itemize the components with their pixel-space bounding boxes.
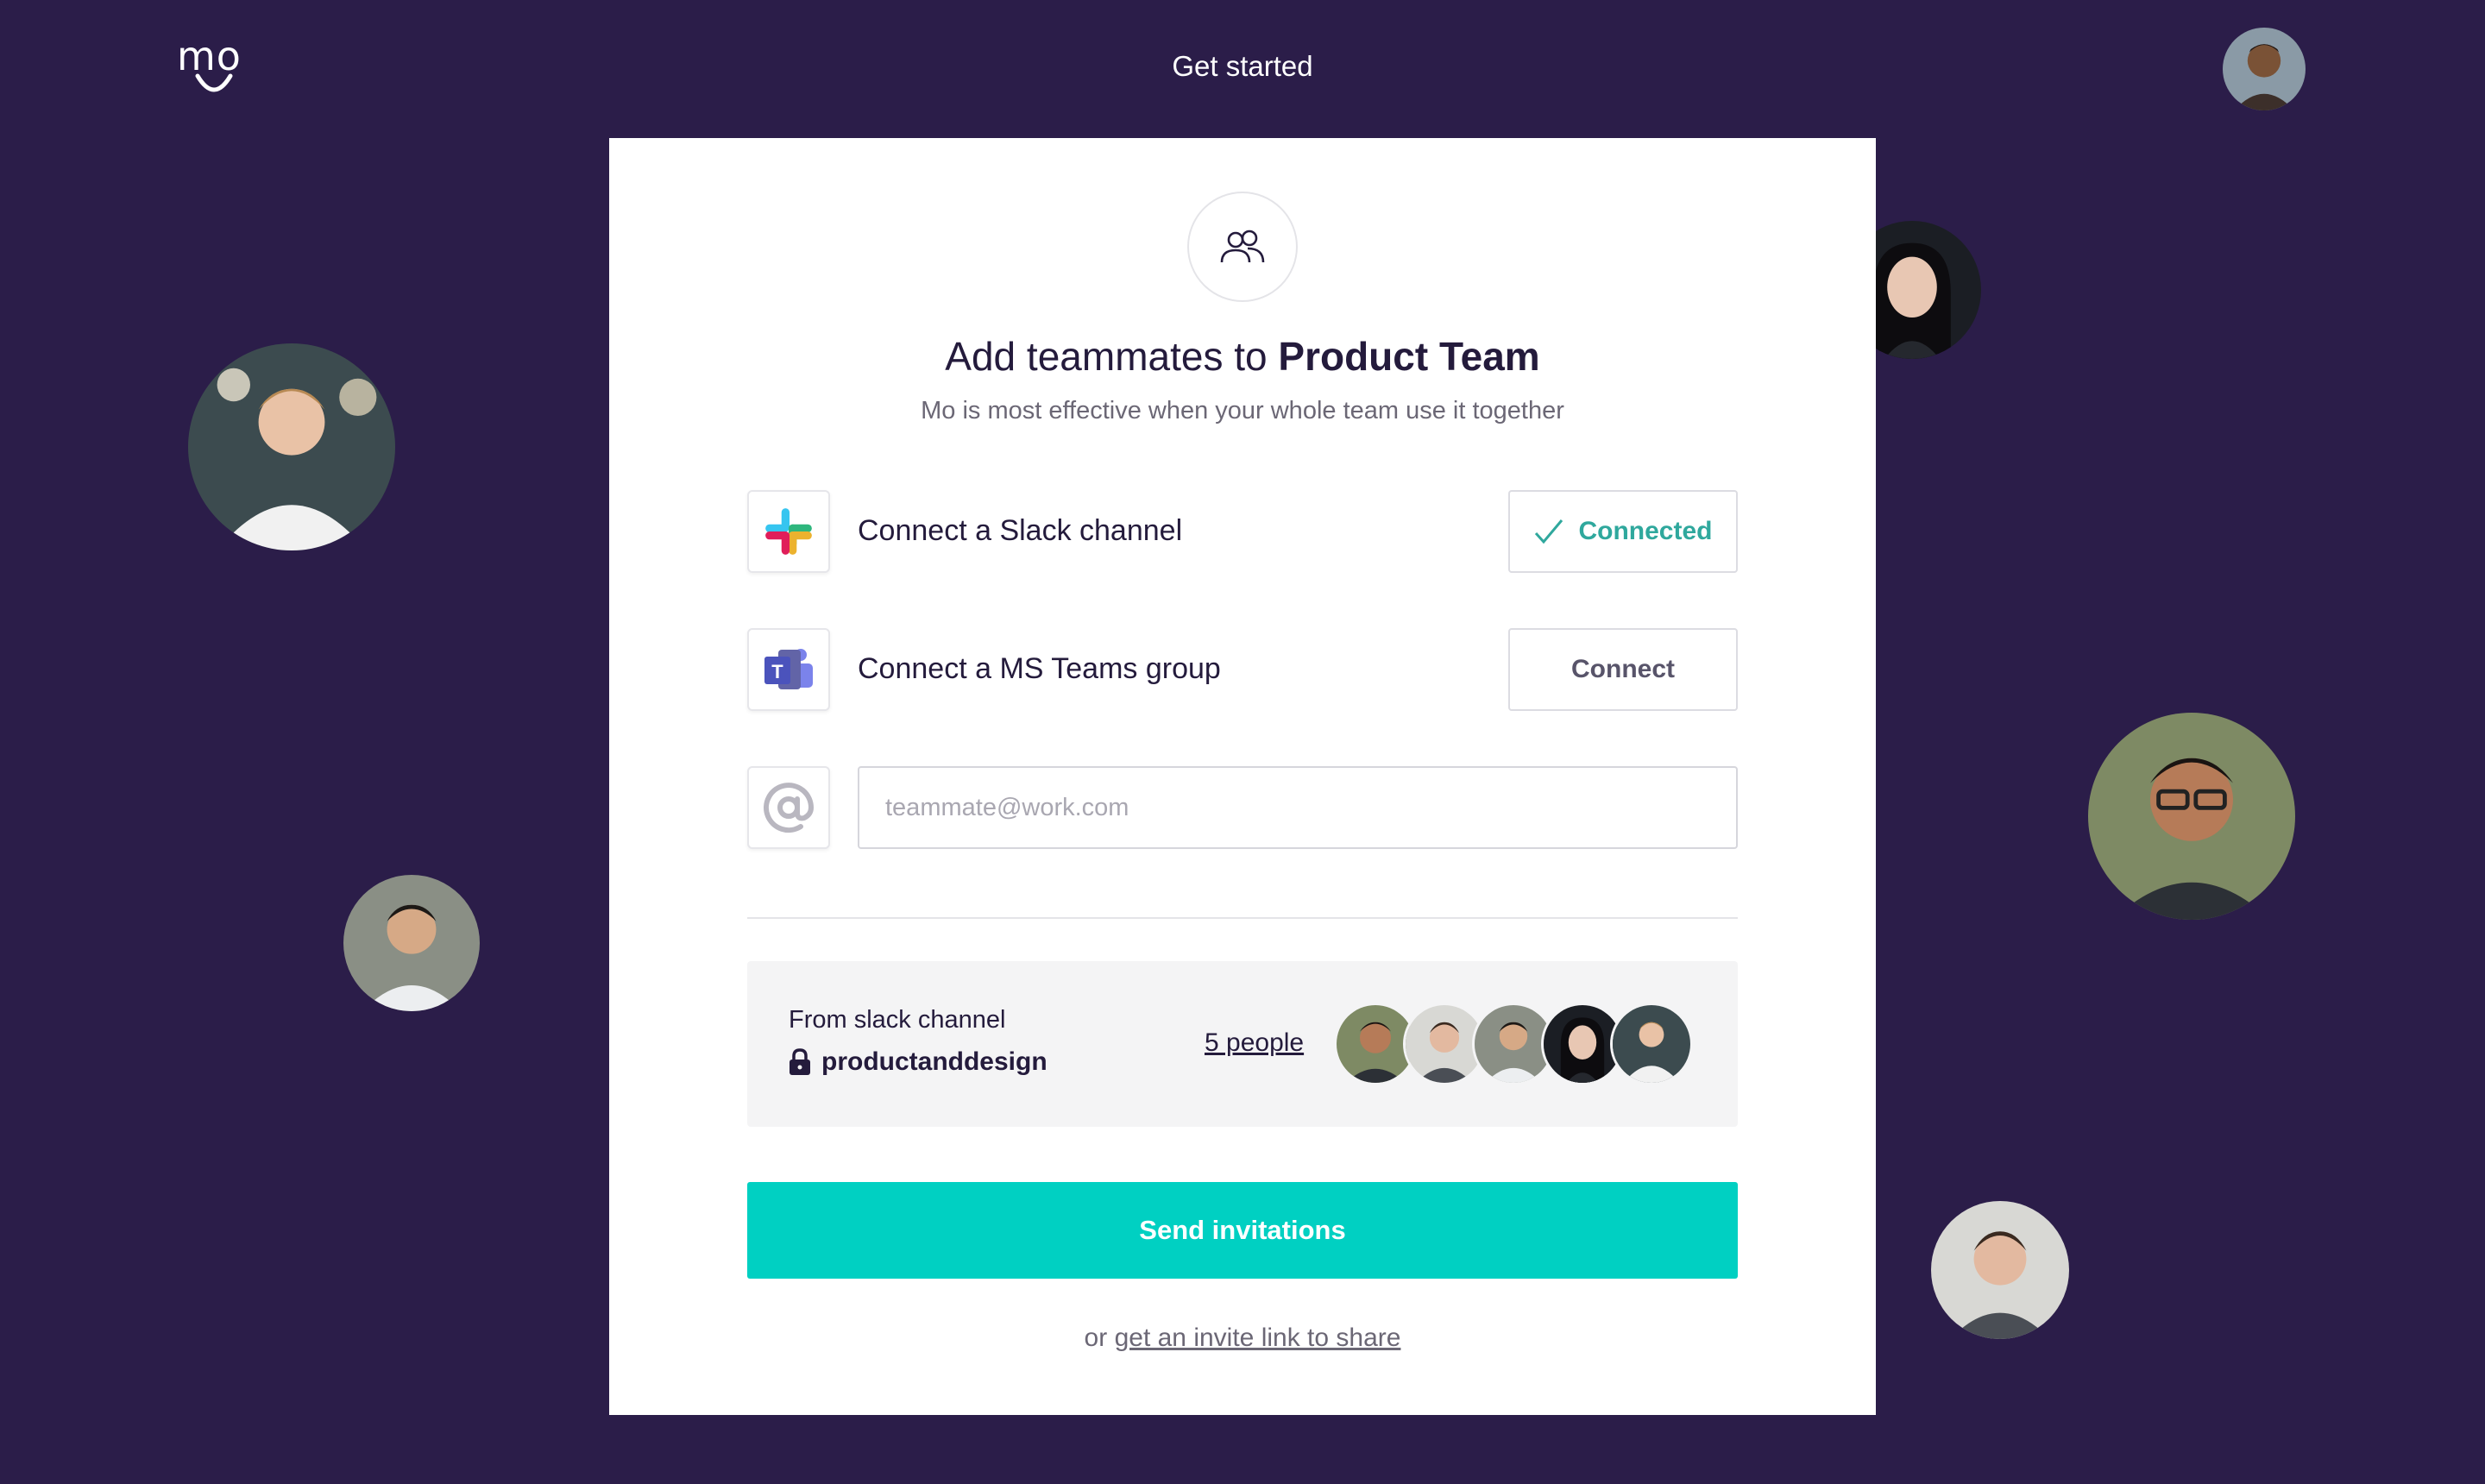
ms-teams-icon: T bbox=[747, 628, 830, 711]
card-subtitle: Mo is most effective when your whole tea… bbox=[921, 397, 1564, 424]
slack-icon bbox=[747, 490, 830, 573]
user-avatar[interactable] bbox=[2223, 28, 2306, 110]
email-input[interactable] bbox=[858, 766, 1738, 849]
teams-connect-row: T Connect a MS Teams group Connect bbox=[747, 628, 1738, 711]
lock-icon bbox=[790, 1048, 810, 1075]
slack-connected-button[interactable]: Connected bbox=[1508, 490, 1738, 573]
invite-prefix: or bbox=[1084, 1324, 1108, 1352]
people-count-link[interactable]: 5 people bbox=[1205, 1028, 1304, 1058]
slack-connect-label: Connect a Slack channel bbox=[858, 514, 1183, 547]
slack-connected-label: Connected bbox=[1578, 517, 1713, 545]
add-teammates-card: Add teammates to Product Team Mo is most… bbox=[609, 138, 1876, 1415]
check-icon bbox=[1535, 519, 1563, 544]
send-invitations-button[interactable]: Send invitations bbox=[747, 1182, 1738, 1279]
card-heading: Add teammates to Product Team bbox=[609, 333, 1876, 380]
invite-link[interactable]: get an invite link to share bbox=[1115, 1324, 1401, 1352]
invite-link-row: or get an invite link to share bbox=[609, 1324, 1876, 1353]
teammate-avatar bbox=[188, 343, 395, 550]
teams-connect-button[interactable]: Connect bbox=[1508, 628, 1738, 711]
from-channel-label: From slack channel bbox=[789, 1006, 1006, 1034]
teammate-avatar bbox=[343, 875, 480, 1011]
member-avatar bbox=[1610, 1003, 1693, 1085]
slack-connect-row: Connect a Slack channel Connected bbox=[747, 490, 1738, 573]
team-icon bbox=[1187, 192, 1298, 302]
email-invite-row bbox=[747, 766, 1738, 849]
divider bbox=[747, 917, 1738, 919]
channel-name-row: productanddesign bbox=[789, 1047, 1047, 1077]
team-name: Product Team bbox=[1278, 334, 1540, 379]
channel-name: productanddesign bbox=[821, 1047, 1047, 1076]
teammate-avatar bbox=[2088, 713, 2295, 920]
heading-prefix: Add teammates to bbox=[945, 334, 1268, 379]
page-title: Get started bbox=[1172, 50, 1313, 82]
teammate-avatar bbox=[1931, 1201, 2069, 1339]
at-sign-icon bbox=[747, 766, 830, 849]
svg-text:T: T bbox=[771, 661, 783, 682]
teams-connect-label: Connect a MS Teams group bbox=[858, 652, 1221, 685]
slack-channel-summary: From slack channel productanddesign 5 pe… bbox=[747, 961, 1738, 1127]
